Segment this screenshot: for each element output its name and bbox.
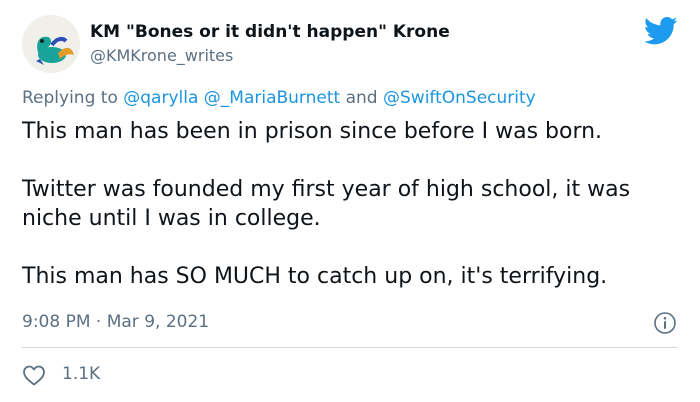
tweet-time[interactable]: 9:08 PM [22, 312, 91, 332]
timestamp-separator: · [90, 312, 107, 332]
divider [22, 347, 678, 348]
mention-link-swiftonsecurity[interactable]: @SwiftOnSecurity [383, 88, 536, 108]
avatar[interactable] [22, 15, 80, 73]
reply-prefix: Replying to [22, 88, 124, 108]
tweet-timestamp[interactable]: 9:08 PM · Mar 9, 2021 [22, 312, 209, 332]
reply-context: Replying to @qarylla @_MariaBurnett and … [22, 88, 536, 108]
mention-link-qarylla[interactable]: @qarylla [123, 88, 198, 108]
reply-conjunction: and [340, 88, 383, 108]
tweet-date[interactable]: Mar 9, 2021 [107, 312, 209, 332]
twitter-bird-icon[interactable] [644, 16, 678, 46]
like-count[interactable]: 1.1K [62, 364, 100, 384]
tweet-paragraph: This man has SO MUCH to catch up on, it'… [22, 264, 608, 289]
tweet-paragraph: Twitter was founded my first year of hig… [22, 177, 631, 231]
heart-icon[interactable] [22, 364, 46, 386]
tweet-paragraph: This man has been in prison since before… [22, 119, 603, 144]
author-display-name[interactable]: KM "Bones or it didn't happen" Krone [90, 22, 450, 42]
author-handle[interactable]: @KMKrone_writes [90, 46, 233, 65]
tweet-body: This man has been in prison since before… [22, 117, 682, 291]
mention-link-mariaburnett[interactable]: @_MariaBurnett [204, 88, 340, 108]
dinosaur-toy-avatar-icon [22, 15, 80, 73]
info-icon[interactable] [653, 311, 677, 335]
